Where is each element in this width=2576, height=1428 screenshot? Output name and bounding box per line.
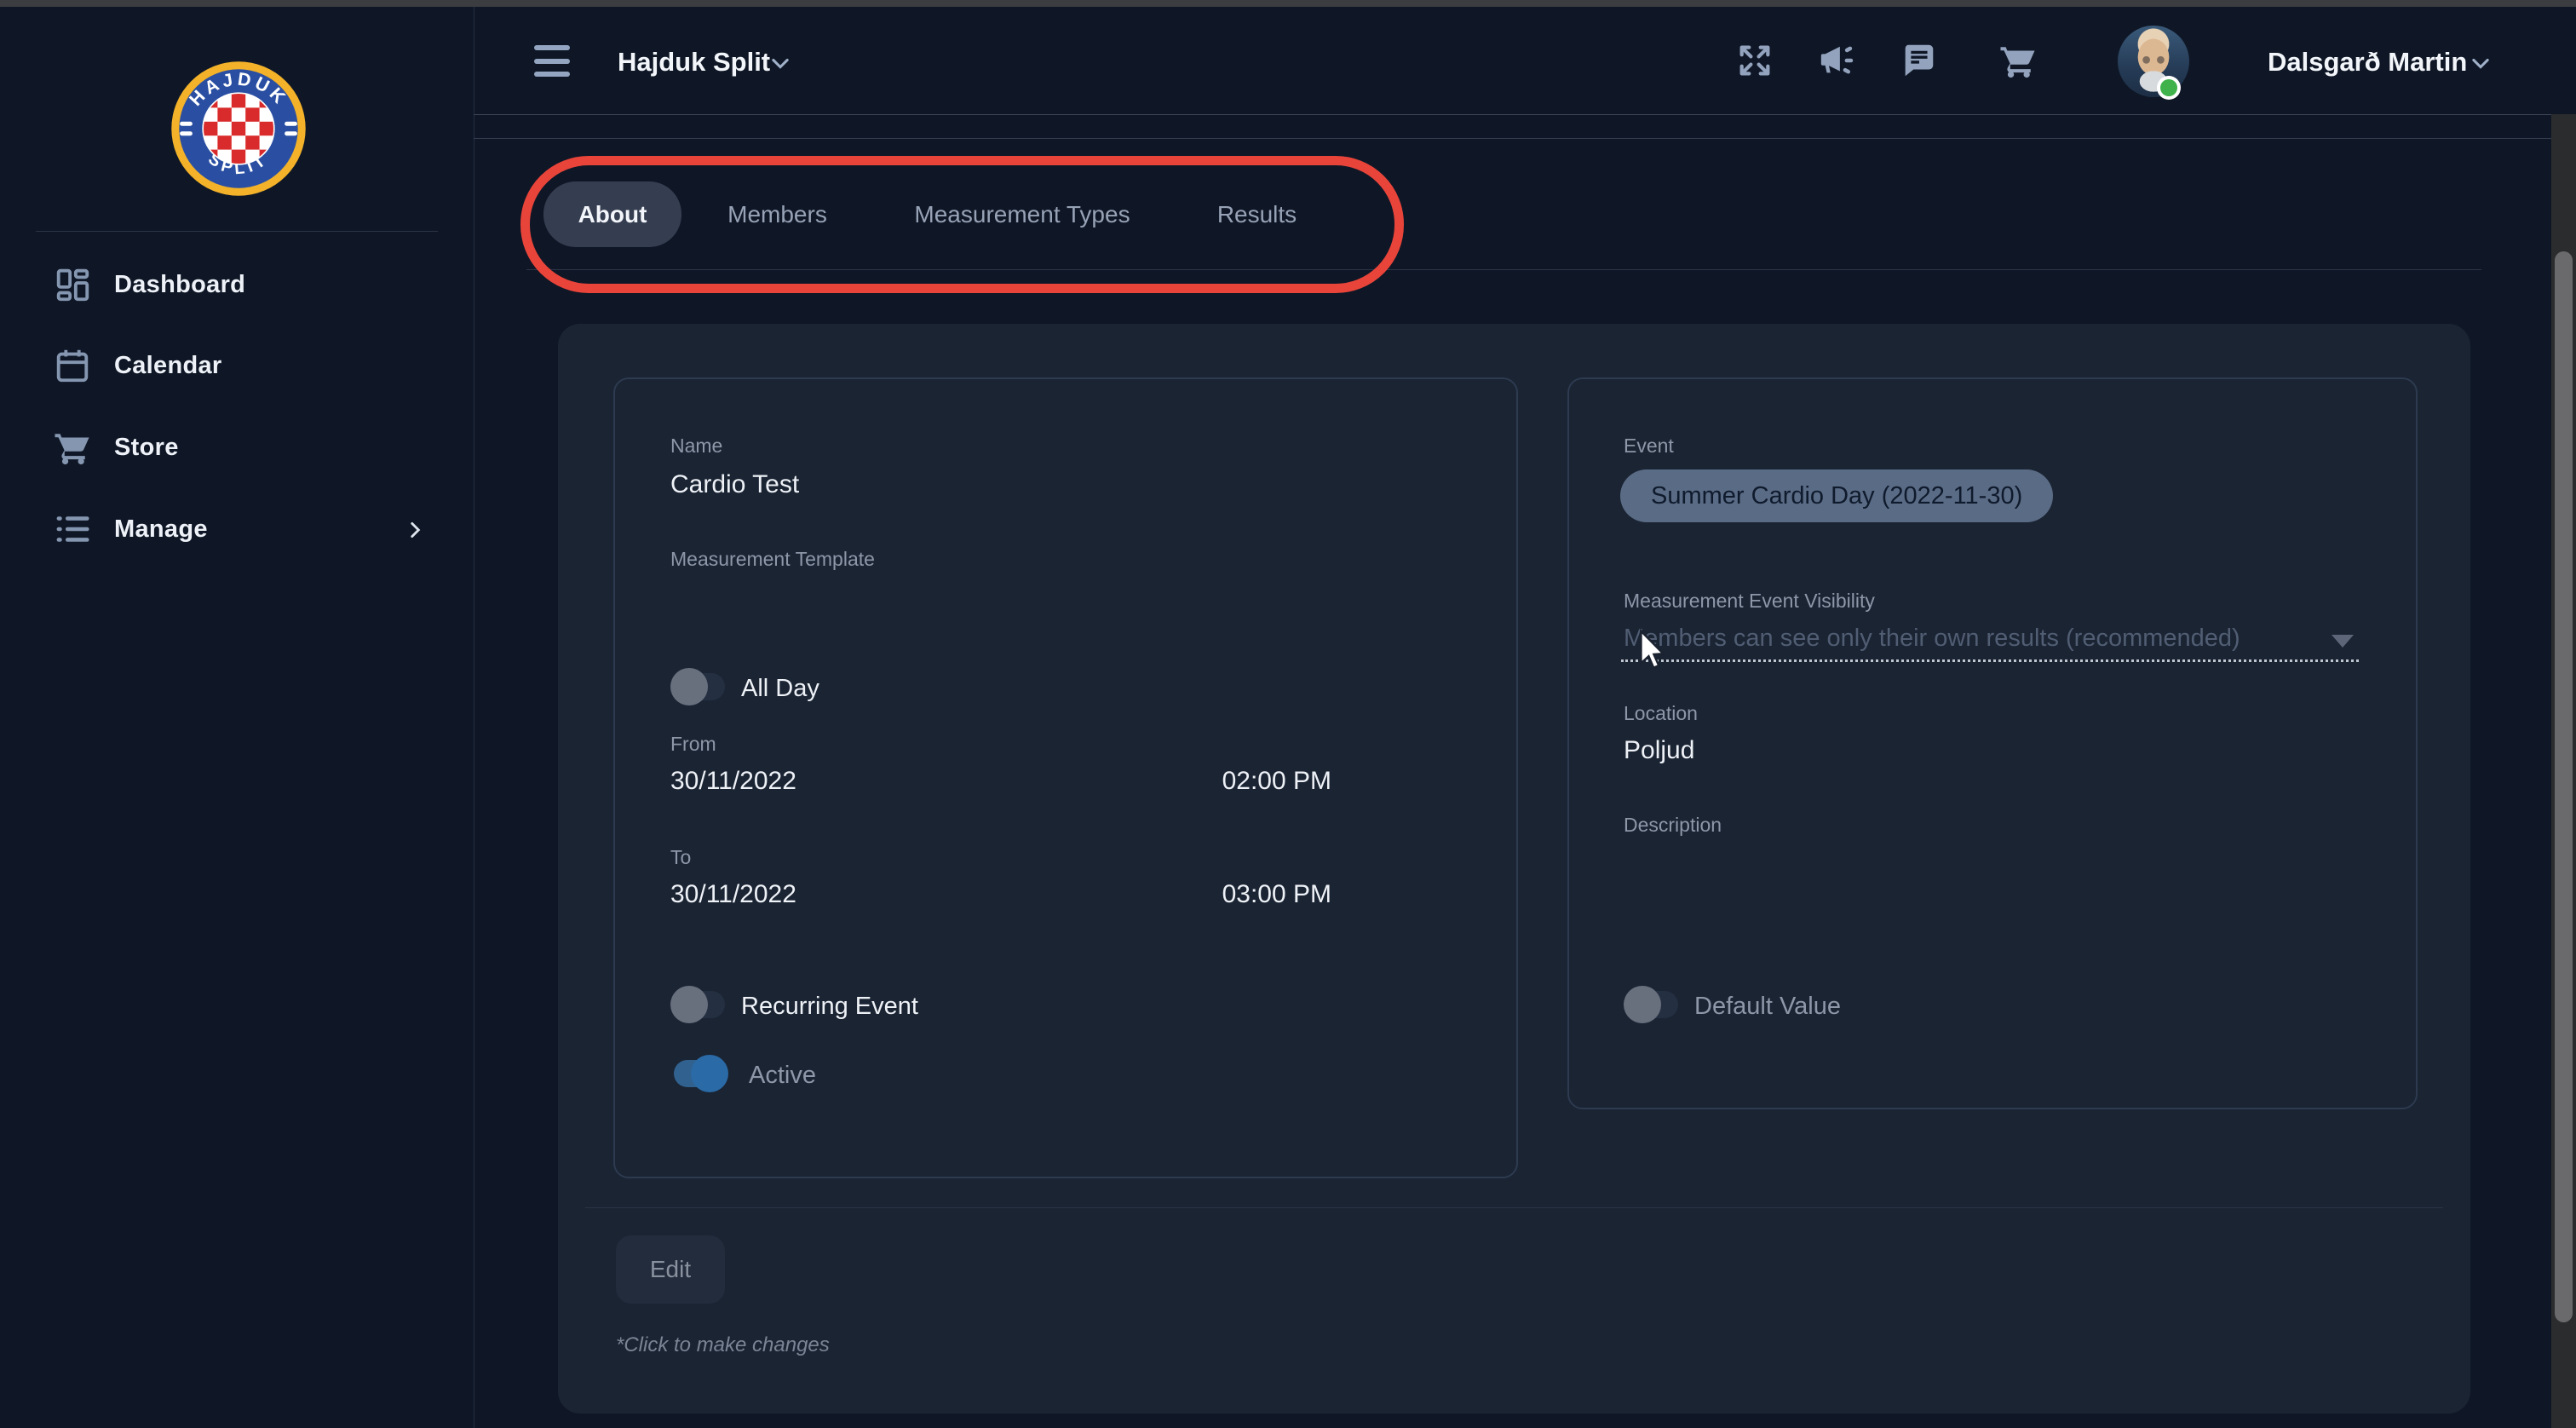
edit-footnote: *Click to make changes xyxy=(616,1333,830,1357)
sidebar-item-dashboard[interactable]: Dashboard xyxy=(0,244,474,325)
active-toggle[interactable] xyxy=(674,1060,725,1087)
from-date[interactable]: 30/11/2022 xyxy=(670,767,796,796)
chevron-down-icon[interactable] xyxy=(768,51,792,75)
megaphone-icon[interactable] xyxy=(1818,41,1857,80)
dashboard-grid-icon xyxy=(53,265,92,304)
sidebar-item-calendar[interactable]: Calendar xyxy=(0,325,474,406)
to-date[interactable]: 30/11/2022 xyxy=(670,880,796,909)
fullscreen-icon[interactable] xyxy=(1735,41,1774,80)
caret-down-icon[interactable] xyxy=(2332,635,2354,648)
visibility-label: Measurement Event Visibility xyxy=(1624,590,1875,613)
content-top-divider xyxy=(474,138,2551,139)
to-label: To xyxy=(670,846,691,869)
list-icon xyxy=(53,510,92,549)
annotation-ellipse xyxy=(520,156,1404,293)
sidebar-item-label: Calendar xyxy=(114,352,222,380)
default-value-toggle[interactable] xyxy=(1627,991,1678,1018)
cart-icon xyxy=(53,428,92,467)
default-value-label: Default Value xyxy=(1694,993,1841,1021)
chevron-down-icon[interactable] xyxy=(2469,51,2493,75)
scrollbar-thumb[interactable] xyxy=(2555,251,2573,1322)
sidebar-item-store[interactable]: Store xyxy=(0,406,474,488)
to-time[interactable]: 03:00 PM xyxy=(1118,880,1331,909)
from-label: From xyxy=(670,733,716,756)
event-chip[interactable]: Summer Cardio Day (2022-11-30) xyxy=(1620,469,2053,522)
recurring-event-toggle[interactable] xyxy=(674,991,725,1018)
online-status-dot xyxy=(2157,76,2181,100)
visibility-select-underline xyxy=(1621,659,2359,662)
event-label: Event xyxy=(1624,435,1674,458)
sidebar-item-label: Store xyxy=(114,434,179,462)
window-top-strip xyxy=(0,0,2576,7)
description-label: Description xyxy=(1624,814,1722,837)
all-day-toggle[interactable] xyxy=(674,673,725,700)
hajduk-split-logo: HAJDUK SPLIT xyxy=(169,59,308,199)
visibility-select[interactable]: Members can see only their own results (… xyxy=(1624,625,2240,653)
chat-icon[interactable] xyxy=(1899,41,1938,80)
mouse-cursor xyxy=(1636,628,1667,674)
recurring-event-label: Recurring Event xyxy=(741,993,918,1021)
sidebar: HAJDUK SPLIT Das xyxy=(0,7,474,1428)
active-label: Active xyxy=(749,1062,816,1090)
name-label: Name xyxy=(670,435,722,458)
user-menu[interactable]: Dalsgarð Martin xyxy=(2268,47,2467,78)
location-label: Location xyxy=(1624,702,1698,725)
menu-hamburger-button[interactable] xyxy=(534,45,570,77)
cart-icon[interactable] xyxy=(1998,41,2038,80)
edit-button[interactable]: Edit xyxy=(616,1235,725,1304)
calendar-icon xyxy=(53,346,92,385)
sidebar-item-label: Manage xyxy=(114,515,208,544)
name-value[interactable]: Cardio Test xyxy=(670,470,799,499)
sidebar-divider xyxy=(36,231,438,232)
chevron-right-icon xyxy=(404,519,426,541)
sidebar-item-manage[interactable]: Manage xyxy=(0,488,474,570)
all-day-label: All Day xyxy=(741,675,819,703)
location-value[interactable]: Poljud xyxy=(1624,736,1694,765)
sidebar-item-label: Dashboard xyxy=(114,271,245,299)
topbar-divider xyxy=(474,114,2576,115)
from-time[interactable]: 02:00 PM xyxy=(1118,767,1331,796)
panel-footer-divider xyxy=(585,1207,2443,1208)
team-selector[interactable]: Hajduk Split xyxy=(618,47,770,78)
measurement-template-label: Measurement Template xyxy=(670,548,875,571)
